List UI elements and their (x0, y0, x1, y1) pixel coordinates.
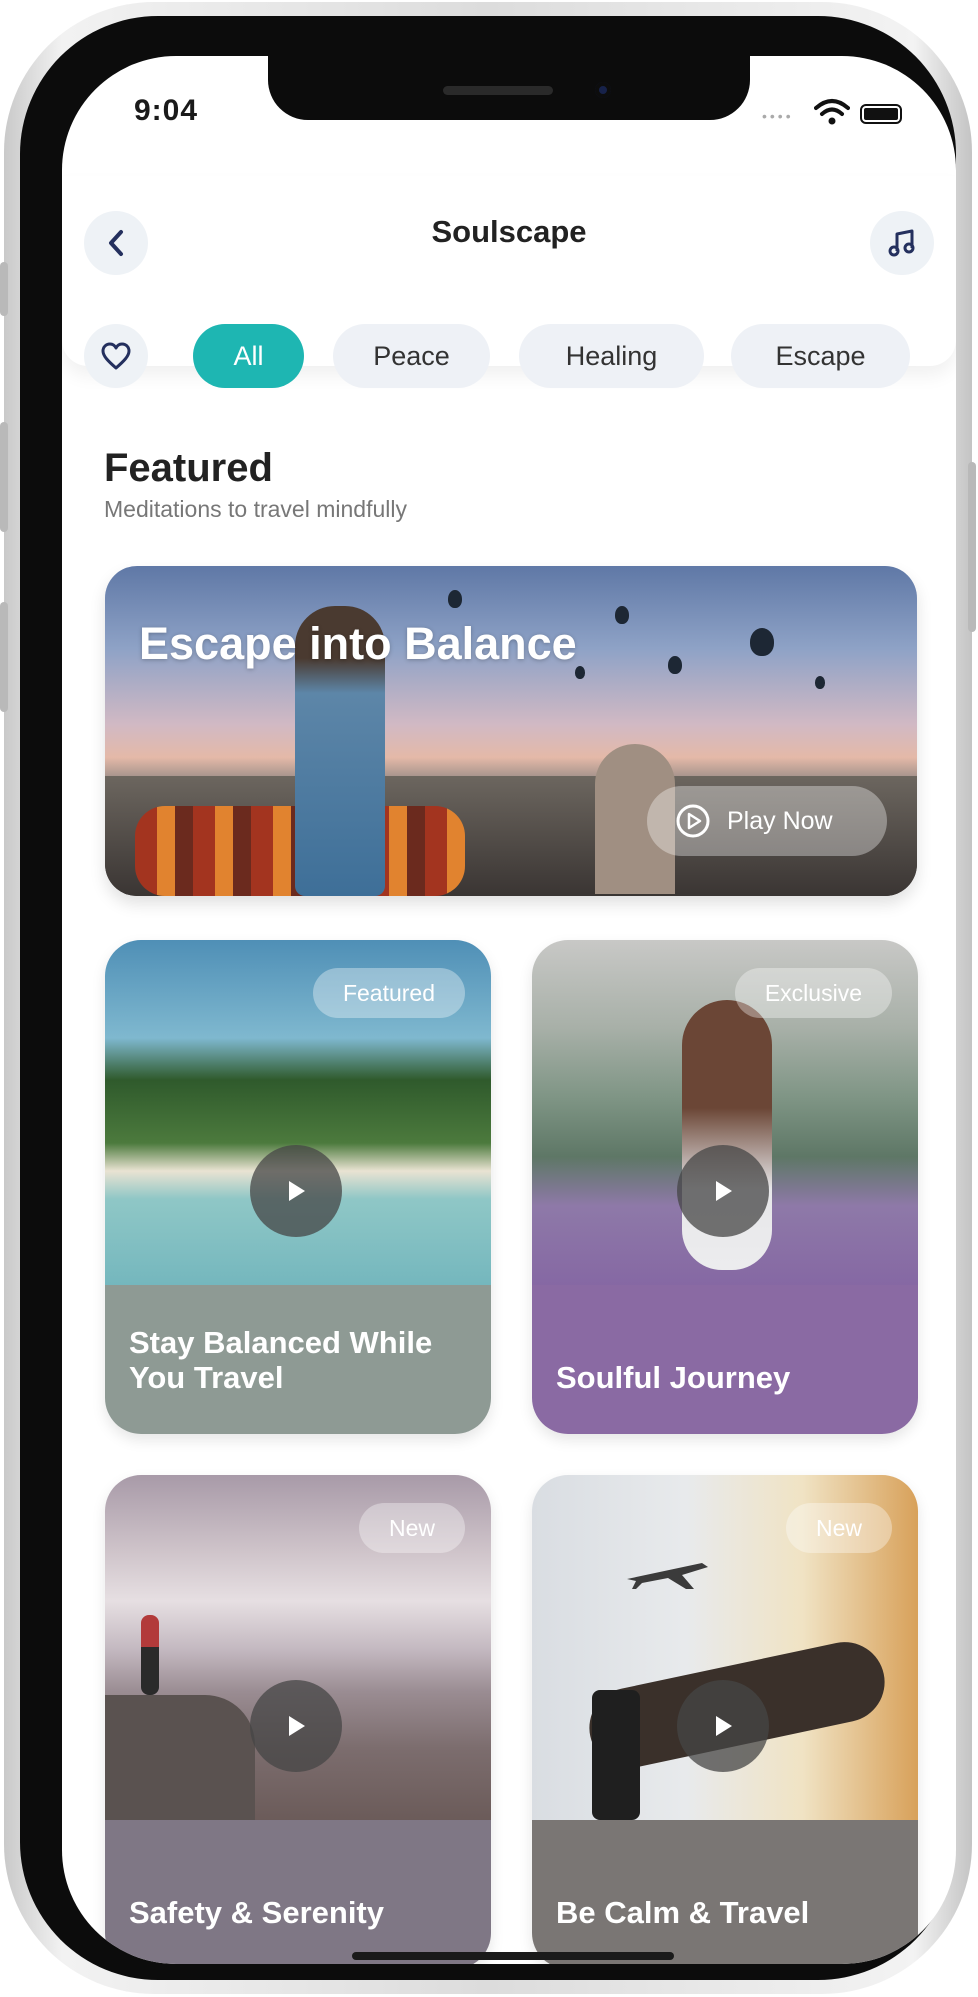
meditation-card[interactable]: Exclusive Soulful Journey (532, 940, 918, 1434)
play-icon (289, 1716, 305, 1736)
card-badge: New (785, 1503, 892, 1553)
balloon (615, 606, 629, 624)
power-button (968, 462, 976, 632)
filter-chip-healing[interactable]: Healing (519, 324, 704, 388)
card-play-button[interactable] (677, 1145, 769, 1237)
status-time: 9:04 (134, 94, 199, 127)
speaker-grille (443, 86, 553, 95)
balloon (815, 676, 825, 689)
card-play-button[interactable] (250, 1145, 342, 1237)
play-now-button[interactable]: Play Now (647, 786, 887, 856)
play-icon (289, 1181, 305, 1201)
suitcase (592, 1690, 640, 1820)
section-title: Featured (104, 446, 273, 490)
signal-dots: •••• (762, 108, 794, 124)
filter-chip-peace[interactable]: Peace (333, 324, 490, 388)
play-now-label: Play Now (727, 806, 833, 835)
card-band (105, 1820, 491, 1964)
meditation-card[interactable]: New Safety & Serenity (105, 1475, 491, 1964)
volume-up-button (0, 422, 8, 532)
card-title: Soulful Journey (556, 1360, 791, 1396)
card-badge: New (358, 1503, 465, 1553)
page-title: Soulscape (431, 214, 587, 249)
balloon (750, 628, 774, 656)
play-circle-icon (676, 804, 710, 838)
card-badge: Featured (312, 968, 465, 1018)
card-title: Safety & Serenity (129, 1895, 384, 1931)
meditation-card[interactable]: New Be Calm & Travel (532, 1475, 918, 1964)
play-icon (716, 1716, 732, 1736)
card-title: Stay Balanced While You Travel (129, 1324, 433, 1396)
phone-bezel: 9:04 •••• Soulscape All Peace Healing Es… (20, 16, 956, 1980)
card-play-button[interactable] (250, 1680, 342, 1772)
wifi-icon (814, 99, 850, 125)
music-button[interactable] (870, 211, 934, 275)
card-cliff (105, 1695, 255, 1835)
music-note-icon (888, 229, 915, 257)
favorites-button[interactable] (84, 324, 148, 388)
status-icons: •••• (762, 96, 902, 126)
balloon (668, 656, 682, 674)
card-badge: Exclusive (734, 968, 892, 1018)
mute-switch (0, 262, 8, 316)
hero-card[interactable]: Escape into Balance Play Now (105, 566, 917, 896)
home-indicator (352, 1952, 674, 1960)
card-band (532, 1820, 918, 1964)
card-title: Be Calm & Travel (556, 1895, 810, 1931)
front-camera (595, 82, 611, 98)
play-icon (716, 1181, 732, 1201)
notch (268, 56, 750, 120)
phone-frame: 9:04 •••• Soulscape All Peace Healing Es… (0, 2, 976, 1994)
airplane-icon (627, 1563, 708, 1589)
heart-icon (101, 342, 131, 370)
volume-down-button (0, 602, 8, 712)
card-figure (141, 1615, 159, 1695)
meditation-card[interactable]: Featured Stay Balanced While You Travel (105, 940, 491, 1434)
card-play-button[interactable] (677, 1680, 769, 1772)
battery-icon (860, 104, 902, 124)
section-subtitle: Meditations to travel mindfully (104, 496, 407, 522)
app-header: Soulscape All Peace Healing Escape (62, 176, 956, 388)
filter-chip-escape[interactable]: Escape (731, 324, 910, 388)
filter-chip-all[interactable]: All (193, 324, 304, 388)
app-screen: 9:04 •••• Soulscape All Peace Healing Es… (62, 56, 956, 1964)
balloon (448, 590, 462, 608)
hero-title: Escape into Balance (139, 618, 577, 669)
